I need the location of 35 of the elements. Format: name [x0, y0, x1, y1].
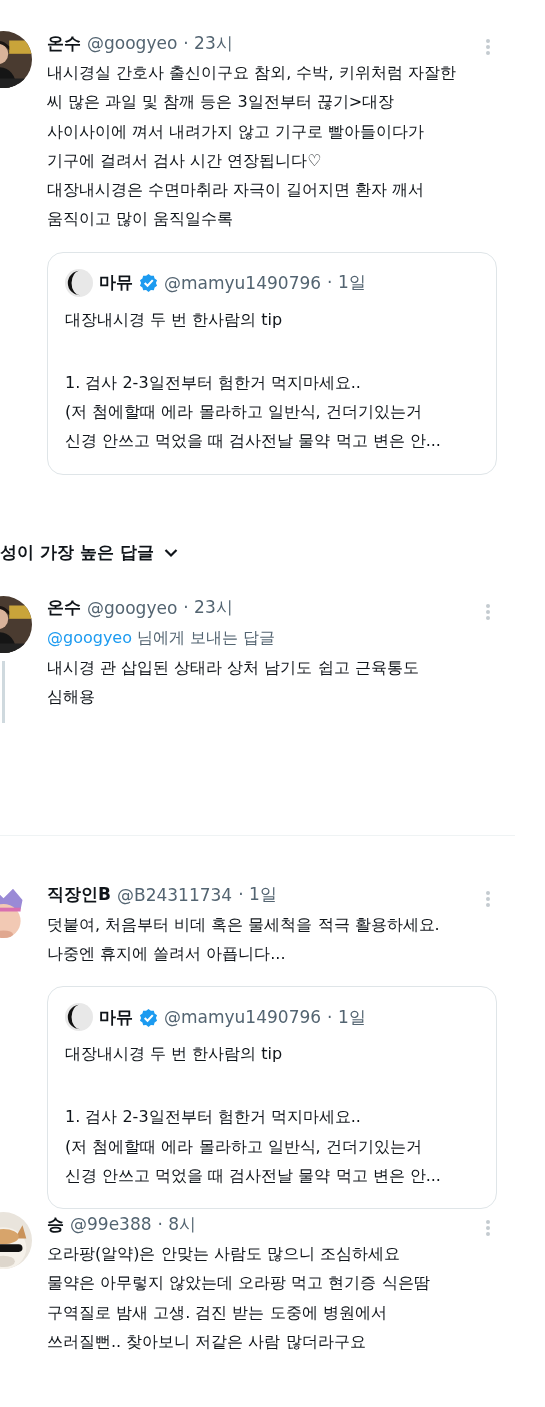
reply-label: 님에게 보내는 답글	[136, 627, 276, 647]
post-text: 대장내시경 두 번 한사람의 tip	[65, 1043, 284, 1066]
post-time: · 1일	[327, 1005, 366, 1029]
post-time: · 1일	[327, 271, 366, 295]
more-icon	[485, 602, 491, 621]
user-handle: @googyeo	[87, 597, 178, 618]
user-handle: @googyeo	[87, 33, 178, 53]
more-icon	[485, 1219, 491, 1238]
chevron-down-icon	[163, 547, 178, 558]
post-text: 오라팡(알약)은 안맞는 사람도 많으니 조심하세요 물약은 아무렇지 않았는데 오라팡 먹고 현기증 식은땀 구역질로 밤새 고생. 검진 받는 도중에 병원에서 쓰러질뻔.. 찾아보니 저같은 사람 많더라구요	[47, 1243, 431, 1354]
post-text: 내시경실 간호사 출신이구요 참외, 수박, 키위처럼 자잘한 씨 많은 과일 및 참깨 등은 3일전부터 끊기>대장 사이사이에 껴서 내려가지 않고 기구로 빨아들이다가 기구에 걸려서 검사 시간 연장됩니다♡ 대장내시경은 수면마취라 자극이 길어지면 환자 깨서 움직이고 많이 움직일수록	[47, 62, 457, 231]
user-handle: @99e388	[70, 1214, 152, 1235]
quoted-post-card[interactable]: 마뮤 @mamyu1490796 · 1일 대장내시경 두 번 한사람의 tip 1. 검사 2-3일전부터 험한거 먹지마세요.. (저 첨에할때 에라 몰라하고 일반식, 건더기있는거 신경 안쓰고 먹었을 때 검사전날 물약 먹고 변은 안...	[47, 251, 497, 475]
quoted-post-card[interactable]: 마뮤 @mamyu1490796 · 1일 대장내시경 두 번 한사람의 tip 1. 검사 2-3일전부터 험한거 먹지마세요.. (저 첨에할때 에라 몰라하고 일반식, 건더기있는거 신경 안쓰고 먹었을 때 검사전날 물약 먹고 변은 안...	[47, 986, 497, 1210]
user-name: 마뮤	[99, 271, 133, 295]
post-text: 덧붙여, 처음부터 비데 혹은 물세척을 적극 활용하세요. 나중엔 휴지에 쓸려서 아픕니다...	[47, 913, 441, 965]
user-name: 온수	[47, 31, 81, 55]
user-name: 승	[47, 1212, 64, 1236]
post-time: · 1일	[238, 883, 277, 907]
user-name: 직장인B	[47, 883, 111, 907]
post-time: · 23시	[183, 596, 233, 620]
user-name: 마뮤	[99, 1005, 133, 1029]
user-handle: @mamyu1490796	[164, 1007, 322, 1028]
post-text: 대장내시경 두 번 한사람의 tip	[65, 308, 284, 331]
more-icon	[485, 38, 491, 56]
user-name: 온수	[47, 596, 81, 620]
user-handle: @mamyu1490796	[164, 272, 322, 293]
sort-dropdown[interactable]: 성이 가장 높은 답글	[0, 532, 545, 573]
post-time: · 8시	[157, 1212, 197, 1236]
user-handle: @B24311734	[116, 884, 233, 905]
more-icon	[485, 889, 491, 908]
post-text: 1. 검사 2-3일전부터 험한거 먹지마세요.. (저 첨에할때 에라 몰라하고 일반식, 건더기있는거 신경 안쓰고 먹었을 때 검사전날 물약 먹고 변은 안...	[65, 1106, 442, 1187]
post-text: 내시경 관 삽입된 상태라 상처 남기도 쉽고 근육통도 심해용	[47, 656, 420, 708]
post-text: 1. 검사 2-3일전부터 험한거 먹지마세요.. (저 첨에할때 에라 몰라하고 일반식, 건더기있는거 신경 안쓰고 먹었을 때 검사전날 물약 먹고 변은 안...	[65, 371, 442, 453]
post-time: · 23시	[183, 31, 233, 55]
